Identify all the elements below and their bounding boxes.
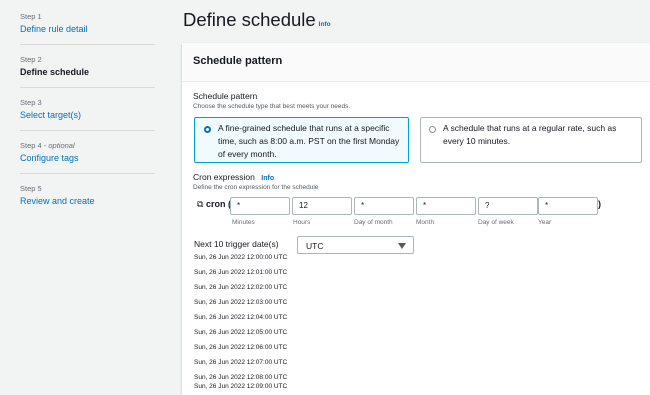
trigger-date-item: Sun, 26 Jun 2022 12:00:00 UTC — [194, 254, 288, 261]
optional-tag: optional — [48, 141, 75, 150]
info-link[interactable]: Info — [319, 21, 331, 28]
cron-expression-label: Cron expression Info — [193, 172, 274, 182]
cron-year-input[interactable]: * — [538, 197, 598, 215]
cron-expression-description: Define the cron expression for the sched… — [193, 184, 319, 191]
trigger-date-item: Sun, 26 Jun 2022 12:08:00 UTC — [194, 374, 288, 381]
cron-suffix: ) — [598, 199, 601, 209]
wizard-step-4: Step 4 - optional Configure tags — [20, 141, 155, 164]
cron-prefix: ⧉ cron ( — [197, 199, 231, 210]
trigger-date-item: Sun, 26 Jun 2022 12:03:00 UTC — [194, 299, 288, 306]
cron-caption-minutes: Minutes — [232, 219, 255, 226]
option-rate-tile[interactable]: A schedule that runs at a regular rate, … — [420, 117, 642, 163]
trigger-dates-label: Next 10 trigger date(s) — [194, 239, 279, 249]
step-number: Step 2 — [20, 55, 42, 64]
schedule-pattern-label: Schedule pattern — [193, 91, 258, 101]
divider — [20, 173, 155, 174]
wizard-step-3: Step 3 Select target(s) — [20, 98, 155, 121]
trigger-date-item: Sun, 26 Jun 2022 12:05:00 UTC — [194, 329, 288, 336]
divider — [20, 87, 155, 88]
divider — [20, 44, 155, 45]
step-current-define-schedule: Define schedule — [20, 67, 90, 77]
timezone-select[interactable]: UTC — [297, 236, 414, 254]
timezone-select-value: UTC — [306, 241, 324, 251]
wizard-step-2: Step 2 Define schedule — [20, 55, 155, 78]
panel-header: Schedule pattern — [182, 43, 650, 82]
cron-hours-input[interactable]: 12 — [292, 197, 352, 215]
cron-month-input[interactable]: * — [416, 197, 476, 215]
option-rate-text: A schedule that runs at a regular rate, … — [443, 123, 617, 146]
cron-minutes-input[interactable]: * — [230, 197, 290, 215]
step-link-review-and-create[interactable]: Review and create — [20, 195, 155, 207]
wizard-step-5: Step 5 Review and create — [20, 184, 155, 207]
trigger-date-item: Sun, 26 Jun 2022 12:07:00 UTC — [194, 359, 288, 366]
radio-button-unselected[interactable] — [429, 126, 436, 133]
schedule-pattern-description: Choose the schedule type that best meets… — [193, 103, 351, 110]
step-link-configure-tags[interactable]: Configure tags — [20, 152, 155, 164]
page-title-text: Define schedule — [183, 9, 316, 30]
trigger-date-item: Sun, 26 Jun 2022 12:01:00 UTC — [194, 269, 288, 276]
cron-caption-hours: Hours — [293, 219, 311, 226]
cron-caption-day-of-week: Day of week — [478, 219, 514, 226]
step-number: Step 4 - optional — [20, 141, 75, 150]
cron-day-of-month-input[interactable]: * — [354, 197, 414, 215]
cron-day-of-week-input[interactable]: ? — [478, 197, 538, 215]
caret-down-icon — [398, 243, 406, 249]
step-number: Step 5 — [20, 184, 42, 193]
cron-caption-month: Month — [416, 219, 435, 226]
wizard-navigation: Step 1 Define rule detail Step 2 Define … — [0, 0, 165, 395]
step-number: Step 3 — [20, 98, 42, 107]
copy-icon[interactable]: ⧉ — [197, 199, 203, 209]
step-link-select-targets[interactable]: Select target(s) — [20, 109, 155, 121]
divider — [20, 130, 155, 131]
step-number: Step 1 — [20, 12, 42, 21]
cron-caption-day-of-month: Day of month — [354, 219, 393, 226]
trigger-date-item: Sun, 26 Jun 2022 12:02:00 UTC — [194, 284, 288, 291]
schedule-pattern-panel: Schedule pattern Schedule pattern Choose… — [182, 43, 650, 395]
option-one-time-cron-tile[interactable]: A fine-grained schedule that runs at a s… — [194, 117, 409, 163]
page-title: Define schedule Info — [183, 9, 331, 31]
radio-button-selected[interactable] — [204, 126, 211, 133]
cron-expression-label-text: Cron expression — [193, 172, 255, 182]
option-cron-text: A fine-grained schedule that runs at a s… — [218, 123, 400, 159]
step-link-define-rule-detail[interactable]: Define rule detail — [20, 23, 155, 35]
step-number-text: Step 4 — [20, 141, 42, 150]
trigger-date-item: Sun, 26 Jun 2022 12:06:00 UTC — [194, 344, 288, 351]
panel-title: Schedule pattern — [193, 55, 283, 67]
trigger-date-item: Sun, 26 Jun 2022 12:09:00 UTC — [194, 383, 288, 390]
cron-caption-year: Year — [538, 219, 552, 226]
wizard-step-1: Step 1 Define rule detail — [20, 12, 155, 35]
cron-info-link[interactable]: Info — [261, 175, 274, 182]
cron-prefix-text: cron ( — [205, 199, 231, 209]
trigger-date-item: Sun, 26 Jun 2022 12:04:00 UTC — [194, 314, 288, 321]
